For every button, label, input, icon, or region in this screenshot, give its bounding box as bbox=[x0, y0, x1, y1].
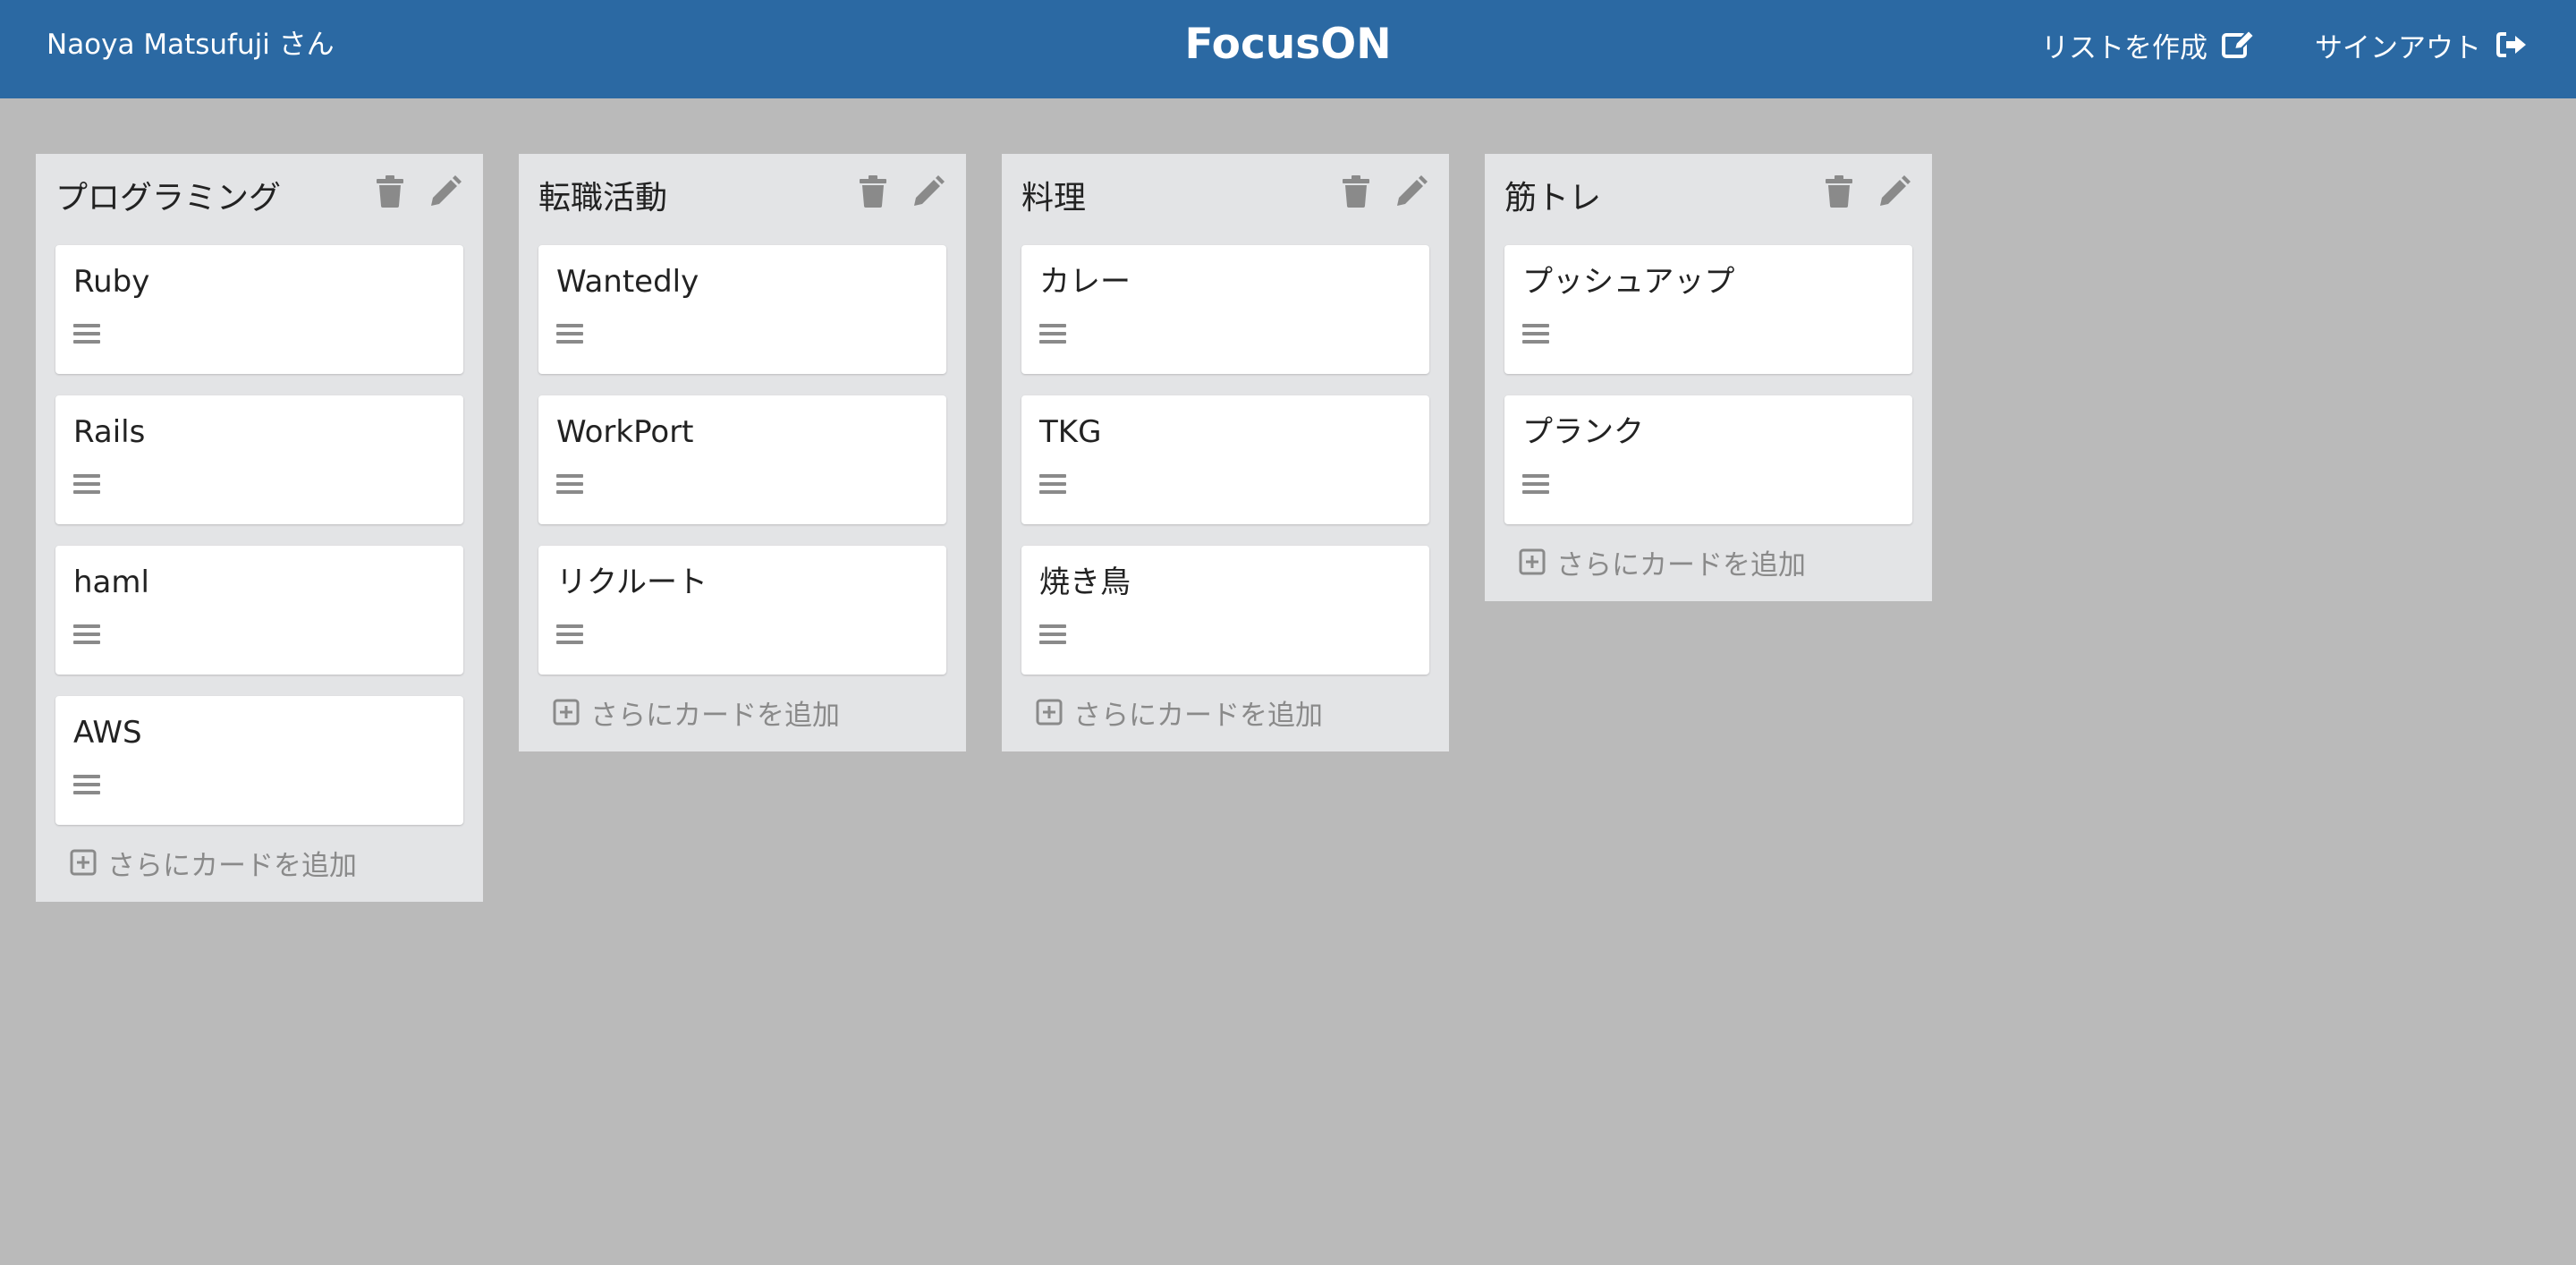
list-title: 筋トレ bbox=[1504, 180, 1602, 216]
pencil-icon bbox=[914, 175, 945, 206]
card[interactable]: リクルート bbox=[538, 546, 946, 675]
list-header: 筋トレ bbox=[1504, 154, 1912, 245]
card-title: Rails bbox=[73, 414, 146, 450]
card[interactable]: WorkPort bbox=[538, 395, 946, 524]
list-header: 転職活動 bbox=[538, 154, 946, 245]
list-tools bbox=[352, 174, 463, 209]
trash-icon bbox=[377, 175, 403, 208]
card[interactable]: AWS bbox=[55, 696, 463, 825]
card-title: カレー bbox=[1039, 264, 1131, 300]
add-card-button[interactable]: さらにカードを追加 bbox=[538, 692, 946, 732]
menu-lines-icon bbox=[1522, 322, 1549, 345]
add-card-label: さらにカードを追加 bbox=[107, 849, 357, 882]
card[interactable]: haml bbox=[55, 546, 463, 675]
card[interactable]: プッシュアップ bbox=[1504, 245, 1912, 374]
menu-lines-icon bbox=[1522, 472, 1549, 496]
card[interactable]: 焼き鳥 bbox=[1021, 546, 1429, 675]
delete-list-button[interactable] bbox=[855, 174, 891, 209]
edit-list-button[interactable] bbox=[428, 174, 463, 209]
card[interactable]: TKG bbox=[1021, 395, 1429, 524]
card[interactable]: カレー bbox=[1021, 245, 1429, 374]
list-tools bbox=[1318, 174, 1429, 209]
list-tools bbox=[1801, 174, 1912, 209]
pencil-icon bbox=[1880, 175, 1911, 206]
sign-out-icon bbox=[2496, 32, 2526, 57]
list-header: プログラミング bbox=[55, 154, 463, 245]
list-title: 料理 bbox=[1021, 180, 1087, 216]
card-title: リクルート bbox=[556, 565, 708, 600]
menu-lines-icon bbox=[556, 322, 583, 345]
menu-lines-icon bbox=[556, 623, 583, 646]
user-name: Naoya Matsufuji さん bbox=[47, 29, 335, 61]
list-column: 料理カレー TKG 焼き鳥さらにカードを追加 bbox=[1002, 154, 1449, 751]
card-title: Wantedly bbox=[556, 264, 699, 300]
delete-list-button[interactable] bbox=[1821, 174, 1857, 209]
plus-square-icon bbox=[1036, 699, 1063, 726]
list-header: 料理 bbox=[1021, 154, 1429, 245]
menu-lines-icon bbox=[1039, 322, 1066, 345]
card-title: Ruby bbox=[73, 264, 150, 300]
trash-icon bbox=[1826, 175, 1852, 208]
delete-list-button[interactable] bbox=[1338, 174, 1374, 209]
add-card-label: さらにカードを追加 bbox=[1556, 548, 1806, 582]
card-title: haml bbox=[73, 565, 149, 600]
card-title: プランク bbox=[1522, 414, 1644, 450]
plus-square-icon bbox=[1519, 548, 1546, 575]
card-title: TKG bbox=[1039, 414, 1102, 450]
card-title: プッシュアップ bbox=[1522, 264, 1735, 300]
list-title: プログラミング bbox=[55, 180, 282, 216]
menu-lines-icon bbox=[73, 773, 100, 796]
delete-list-button[interactable] bbox=[372, 174, 408, 209]
menu-lines-icon bbox=[556, 472, 583, 496]
board: プログラミング Ruby Rails haml AWS さらにカードを追加 転職活動 Want… bbox=[0, 98, 2576, 1265]
app-title-text[interactable]: FocusON bbox=[1184, 20, 1391, 69]
pencil-icon bbox=[1397, 175, 1428, 206]
card[interactable]: プランク bbox=[1504, 395, 1912, 524]
edit-list-button[interactable] bbox=[1877, 174, 1912, 209]
list-column: プログラミング Ruby Rails haml AWS さらにカードを追加 bbox=[36, 154, 483, 902]
trash-icon bbox=[1343, 175, 1369, 208]
menu-lines-icon bbox=[73, 623, 100, 646]
card-title: WorkPort bbox=[556, 414, 694, 450]
edit-list-button[interactable] bbox=[911, 174, 946, 209]
card-title: AWS bbox=[73, 715, 142, 751]
pencil-icon bbox=[431, 175, 462, 206]
top-header: Naoya Matsufuji さん FocusON リストを作成 サインアウト bbox=[0, 0, 2576, 98]
signout-label: サインアウト bbox=[2315, 31, 2481, 64]
trash-icon bbox=[860, 175, 886, 208]
create-list-label: リストを作成 bbox=[2041, 31, 2207, 64]
list-column: 筋トレプッシュアップ プランクさらにカードを追加 bbox=[1485, 154, 1932, 601]
create-list-button[interactable]: リストを作成 bbox=[2041, 0, 2256, 89]
list-tools bbox=[835, 174, 946, 209]
plus-square-icon bbox=[553, 699, 580, 726]
menu-lines-icon bbox=[73, 322, 100, 345]
menu-lines-icon bbox=[1039, 623, 1066, 646]
edit-icon bbox=[2222, 30, 2256, 58]
add-card-button[interactable]: さらにカードを追加 bbox=[1021, 692, 1429, 732]
add-card-button[interactable]: さらにカードを追加 bbox=[1504, 542, 1912, 582]
list-column: 転職活動 Wantedly WorkPort リクルートさらにカードを追加 bbox=[519, 154, 966, 751]
edit-list-button[interactable] bbox=[1394, 174, 1429, 209]
card[interactable]: Rails bbox=[55, 395, 463, 524]
card-title: 焼き鳥 bbox=[1039, 565, 1131, 600]
menu-lines-icon bbox=[73, 472, 100, 496]
signout-button[interactable]: サインアウト bbox=[2315, 0, 2528, 89]
menu-lines-icon bbox=[1039, 472, 1066, 496]
add-card-label: さらにカードを追加 bbox=[1073, 699, 1323, 732]
card[interactable]: Wantedly bbox=[538, 245, 946, 374]
add-card-label: さらにカードを追加 bbox=[590, 699, 840, 732]
plus-square-icon bbox=[70, 849, 97, 876]
add-card-button[interactable]: さらにカードを追加 bbox=[55, 843, 463, 882]
card[interactable]: Ruby bbox=[55, 245, 463, 374]
list-title: 転職活動 bbox=[538, 180, 668, 216]
